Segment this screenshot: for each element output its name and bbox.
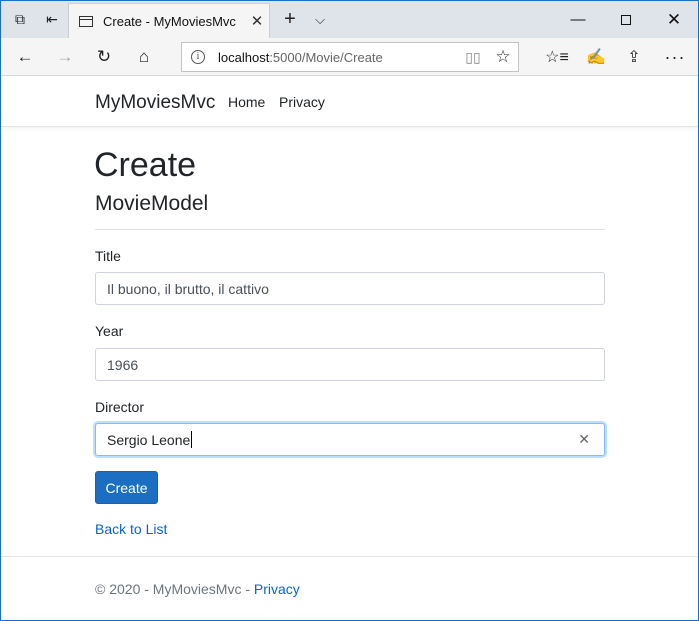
url-text[interactable]: localhost:5000/Movie/Create [218, 50, 458, 65]
divider [95, 229, 605, 230]
site-header: MyMoviesMvc Home Privacy [1, 76, 698, 127]
year-input[interactable]: 1966 [95, 348, 605, 381]
nav-home-link[interactable]: Home [228, 94, 265, 110]
page-icon [79, 15, 93, 27]
home-button[interactable]: ⌂ [125, 38, 163, 76]
footer-text: © 2020 - MyMoviesMvc - Privacy [95, 581, 300, 597]
nav-privacy-link[interactable]: Privacy [279, 94, 325, 110]
browser-toolbar: ← → ↻ ⌂ i localhost:5000/Movie/Create ▯▯… [1, 38, 698, 76]
tab-preview-icon[interactable]: ⇤ [35, 1, 69, 38]
set-aside-tabs-icon[interactable]: ⧉ [3, 1, 37, 38]
chevron-down-icon[interactable]: ⌵ [303, 1, 337, 38]
browser-titlebar: ⧉ ⇤ Create - MyMoviesMvc ✕ + ⌵ — ✕ [1, 1, 698, 38]
reading-view-icon[interactable]: ▯▯ [458, 49, 488, 66]
back-button[interactable]: ← [6, 38, 44, 76]
clear-input-icon[interactable]: ✕ [578, 431, 590, 448]
refresh-button[interactable]: ↻ [85, 38, 123, 76]
year-label: Year [95, 323, 124, 339]
minimize-button[interactable]: — [555, 1, 601, 38]
text-caret [191, 431, 193, 448]
title-label: Title [95, 248, 121, 264]
new-tab-button[interactable]: + [273, 1, 307, 38]
info-icon[interactable]: i [191, 50, 205, 64]
favorite-star-icon[interactable]: ☆ [488, 47, 518, 67]
title-input[interactable]: Il buono, il brutto, il cattivo [95, 272, 605, 305]
close-window-button[interactable]: ✕ [651, 1, 697, 38]
director-input[interactable]: Sergio Leone ✕ [95, 423, 605, 456]
favorites-icon[interactable]: ☆≡ [539, 38, 575, 76]
site-brand[interactable]: MyMoviesMvc [95, 92, 215, 114]
site-footer: © 2020 - MyMoviesMvc - Privacy [1, 556, 698, 620]
tab-title: Create - MyMoviesMvc [103, 13, 236, 29]
create-button[interactable]: Create [95, 471, 158, 504]
footer-copyright: © 2020 - MyMoviesMvc - [95, 581, 254, 597]
maximize-icon [621, 14, 631, 25]
forward-button[interactable]: → [46, 38, 84, 76]
share-icon[interactable]: ⇪ [616, 38, 652, 76]
page-subtitle: MovieModel [95, 192, 209, 215]
url-host: localhost [218, 49, 270, 65]
page-title: Create [94, 146, 197, 184]
url-path: :5000/Movie/Create [269, 49, 383, 65]
title-input-value: Il buono, il brutto, il cattivo [107, 280, 269, 297]
pen-icon[interactable]: ✍ [578, 38, 614, 76]
year-input-value: 1966 [107, 356, 139, 373]
browser-tab[interactable]: Create - MyMoviesMvc ✕ [68, 3, 270, 38]
director-label: Director [95, 399, 145, 415]
more-icon[interactable]: ··· [657, 38, 693, 76]
footer-privacy-link[interactable]: Privacy [254, 581, 300, 597]
tab-close-icon[interactable]: ✕ [245, 12, 269, 30]
director-input-value: Sergio Leone [107, 431, 191, 448]
maximize-button[interactable] [603, 1, 649, 38]
back-to-list-link[interactable]: Back to List [95, 521, 167, 537]
address-bar[interactable]: i localhost:5000/Movie/Create ▯▯ ☆ [181, 42, 519, 72]
